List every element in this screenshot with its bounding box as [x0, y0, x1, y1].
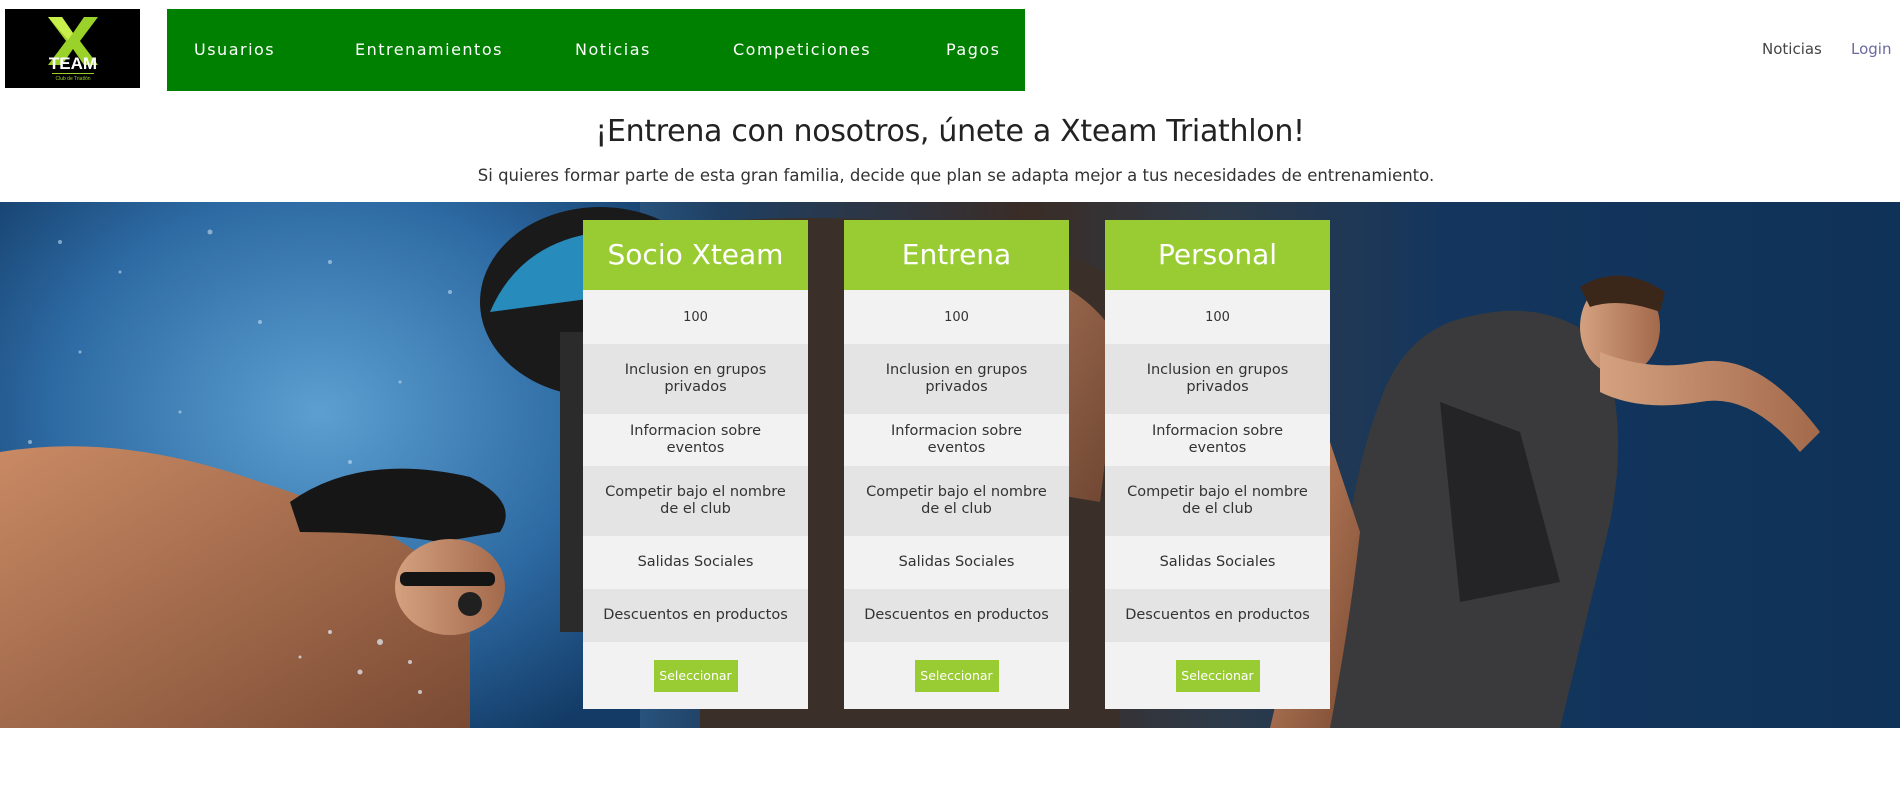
nav-item-noticias[interactable]: Noticias — [575, 9, 651, 91]
plan-footer: Seleccionar — [583, 642, 808, 709]
site-logo[interactable]: TEAM Club de Triatlón — [5, 9, 140, 88]
nav-item-usuarios[interactable]: Usuarios — [194, 9, 275, 91]
select-plan-button[interactable]: Seleccionar — [914, 659, 999, 692]
plan-feature: Inclusion en grupos privados — [583, 344, 808, 414]
page-subtitle: Si quieres formar parte de esta gran fam… — [477, 166, 1435, 185]
nav-item-entrenamientos[interactable]: Entrenamientos — [355, 9, 503, 91]
plan-card-entrena: Entrena 100 Inclusion en grupos privados… — [844, 220, 1069, 709]
logo-word: TEAM — [48, 54, 96, 73]
plan-feature: Descuentos en productos — [844, 589, 1069, 642]
login-link[interactable]: Login — [1851, 40, 1891, 58]
plan-feature: Descuentos en productos — [583, 589, 808, 642]
plan-feature: Inclusion en grupos privados — [844, 344, 1069, 414]
nav-item-competiciones[interactable]: Competiciones — [733, 9, 871, 91]
plan-feature: Salidas Sociales — [1159, 554, 1276, 570]
plan-feature: Inclusion en grupos privados — [1105, 344, 1330, 414]
plan-feature: Competir bajo el nombre de el club — [1105, 466, 1330, 536]
main-nav: Usuarios Entrenamientos Noticias Competi… — [167, 9, 1025, 91]
select-plan-button[interactable]: Seleccionar — [1175, 659, 1260, 692]
logo-x-mark: TEAM Club de Triatlón — [47, 16, 98, 82]
plan-card-socio-xteam: Socio Xteam 100 Inclusion en grupos priv… — [583, 220, 808, 709]
nav-link-noticias[interactable]: Noticias — [1762, 40, 1822, 58]
plan-title: Entrena — [844, 220, 1069, 290]
page-title: ¡Entrena con nosotros, únete a Xteam Tri… — [595, 114, 1305, 149]
plan-title: Socio Xteam — [583, 220, 808, 290]
plan-footer: Seleccionar — [1105, 642, 1330, 709]
plan-price: 100 — [683, 309, 708, 325]
plan-footer: Seleccionar — [844, 642, 1069, 709]
plan-feature: Descuentos en productos — [1105, 589, 1330, 642]
nav-item-pagos[interactable]: Pagos — [946, 9, 1001, 91]
select-plan-button[interactable]: Seleccionar — [653, 659, 738, 692]
plan-feature: Salidas Sociales — [637, 554, 754, 570]
plan-price: 100 — [944, 309, 969, 325]
plan-feature: Competir bajo el nombre de el club — [844, 466, 1069, 536]
plan-card-personal: Personal 100 Inclusion en grupos privado… — [1105, 220, 1330, 709]
plan-feature: Competir bajo el nombre de el club — [583, 466, 808, 536]
plan-title: Personal — [1105, 220, 1330, 290]
plan-feature: Informacion sobre eventos — [890, 423, 1023, 456]
logo-tagline: Club de Triatlón — [55, 76, 90, 82]
plan-feature: Informacion sobre eventos — [629, 423, 762, 456]
plan-feature: Informacion sobre eventos — [1151, 423, 1284, 456]
plan-feature: Salidas Sociales — [898, 554, 1015, 570]
plan-price: 100 — [1205, 309, 1230, 325]
